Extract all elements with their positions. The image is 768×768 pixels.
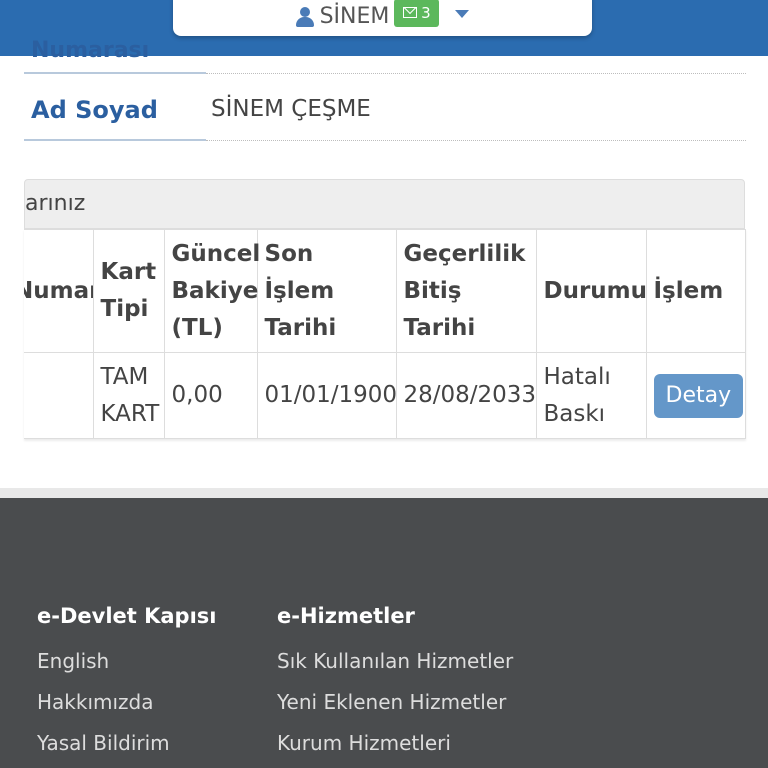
cards-panel-title: arınız <box>25 191 86 216</box>
caret-down-icon[interactable] <box>455 9 470 18</box>
info-label-number: Numarası <box>31 38 150 63</box>
cell-number <box>24 352 94 439</box>
name-label: Ad Soyad <box>31 96 158 124</box>
column-header-expiry: Geçerlilik Bitiş Tarihi <box>395 229 537 353</box>
info-divider-dotted <box>206 140 746 141</box>
user-icon <box>295 6 314 27</box>
column-header-balance: Güncel Bakiye (TL) <box>163 229 260 353</box>
footer-link-institution-services[interactable]: Kurum Hizmetleri <box>277 723 513 764</box>
info-divider-dotted <box>206 73 746 74</box>
footer-link-popular-services[interactable]: Sık Kullanılan Hizmetler <box>277 641 513 682</box>
footer-link-new-services[interactable]: Yeni Eklenen Hizmetler <box>277 682 513 723</box>
footer-column-services: e-Hizmetler Sık Kullanılan Hizmetler Yen… <box>277 604 513 764</box>
envelope-icon <box>403 7 418 18</box>
table-row: TAM KART 0,00 01/01/1900 28/08/2033 Hata… <box>24 352 746 439</box>
user-menu[interactable]: SİNEM 3 <box>173 0 592 36</box>
cell-balance: 0,00 <box>163 352 258 439</box>
column-header-card-type: Kart Tipi <box>92 229 165 353</box>
cell-card-type: TAM KART <box>92 352 165 439</box>
footer: e-Devlet Kapısı English Hakkımızda Yasal… <box>0 498 768 768</box>
footer-column-edevlet: e-Devlet Kapısı English Hakkımızda Yasal… <box>37 604 216 764</box>
info-divider <box>24 72 206 74</box>
footer-link-english[interactable]: English <box>37 641 216 682</box>
column-header-last-transaction: Son İşlem Tarihi <box>256 229 397 353</box>
column-header-action: İşlem <box>645 229 746 353</box>
footer-heading: e-Devlet Kapısı <box>37 604 217 628</box>
messages-count: 3 <box>421 3 431 22</box>
name-value: SİNEM ÇEŞME <box>211 96 371 122</box>
footer-heading: e-Hizmetler <box>277 604 415 628</box>
cell-expiry: 28/08/2033 <box>395 352 537 439</box>
column-header-number: Numarası <box>24 229 94 353</box>
cell-last-transaction: 01/01/1900 <box>256 352 397 439</box>
messages-badge[interactable]: 3 <box>394 0 440 27</box>
cell-action: Detay <box>645 352 746 439</box>
cards-table: Numarası Kart Tipi Güncel Bakiye (TL) So… <box>24 229 746 439</box>
cards-panel-heading: arınız <box>24 179 745 229</box>
footer-link-about[interactable]: Hakkımızda <box>37 682 216 723</box>
info-divider <box>24 139 206 141</box>
footer-separator <box>0 488 768 498</box>
column-header-status: Durumu <box>535 229 647 353</box>
user-name[interactable]: SİNEM <box>320 4 390 29</box>
table-header-row: Numarası Kart Tipi Güncel Bakiye (TL) So… <box>24 229 746 353</box>
detail-button[interactable]: Detay <box>653 373 744 418</box>
footer-link-legal[interactable]: Yasal Bildirim <box>37 723 216 764</box>
cell-status: Hatalı Baskı <box>535 352 647 439</box>
